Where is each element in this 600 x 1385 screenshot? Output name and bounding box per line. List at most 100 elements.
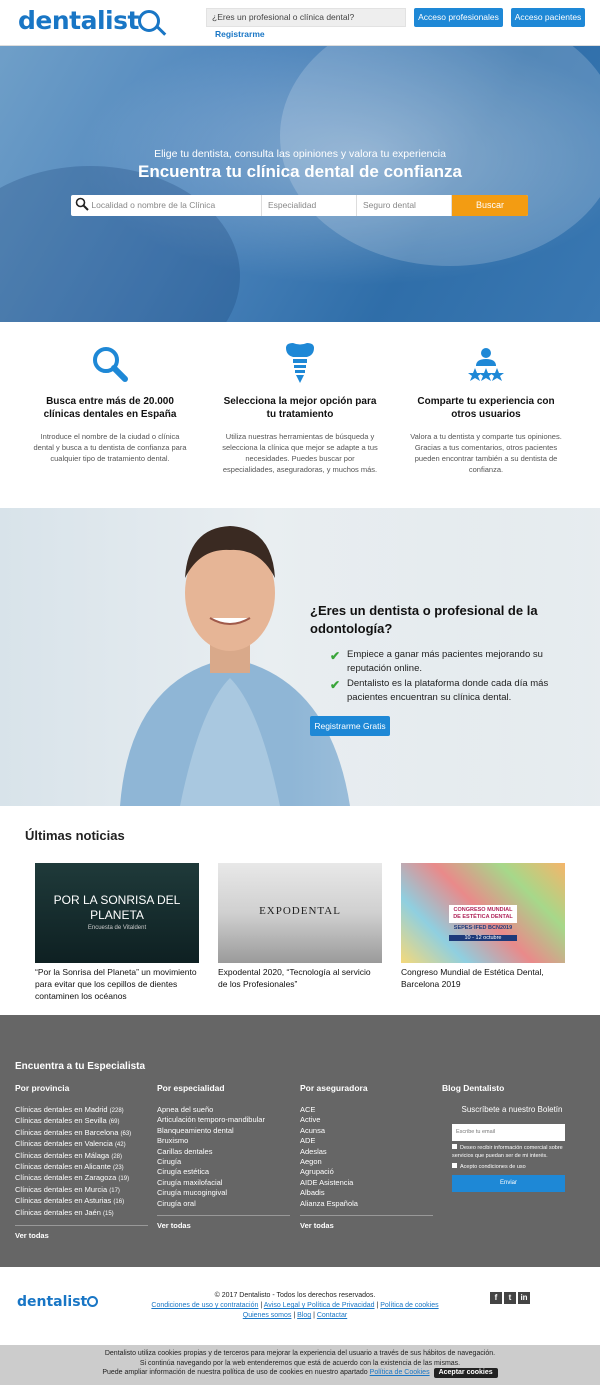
footer-link[interactable]: Articulación temporo-mandibular — [157, 1115, 292, 1125]
magnifier-icon — [93, 347, 128, 382]
location-placeholder: Localidad o nombre de la Clínica — [91, 200, 216, 210]
footer-link[interactable]: Blanqueamiento dental — [157, 1126, 292, 1136]
footer-link[interactable]: Clínicas dentales en Jaén (15) — [15, 1208, 150, 1219]
footer-link[interactable]: Clínicas dentales en Asturias (16) — [15, 1196, 150, 1207]
footer-link[interactable]: Acunsa — [300, 1126, 435, 1136]
footer-link[interactable]: Adeslas — [300, 1147, 435, 1157]
footer-link[interactable]: AIDE Asistencia — [300, 1178, 435, 1188]
legal-link[interactable]: Aviso Legal y Política de Privacidad — [264, 1302, 375, 1309]
insurance-field[interactable]: Seguro dental — [357, 195, 452, 216]
send-button[interactable]: Enviar — [452, 1175, 565, 1192]
feature-text: Utiliza nuestras herramientas de búsqued… — [222, 432, 378, 474]
social-links: f t in — [490, 1292, 530, 1304]
patient-access-button[interactable]: Acceso pacientes — [511, 8, 585, 27]
footer-link[interactable]: Clínicas dentales en Sevilla (69) — [15, 1116, 150, 1127]
footer-link[interactable]: Apnea del sueño — [157, 1105, 292, 1115]
news-card[interactable]: POR LA SONRISA DEL PLANETA Encuesta de V… — [35, 863, 199, 1002]
footer-link[interactable]: Clínicas dentales en Barcelona (63) — [15, 1128, 150, 1139]
province-column: Por provincia Clínicas dentales en Madri… — [15, 1083, 150, 1240]
see-all-link[interactable]: Ver todas — [300, 1221, 435, 1230]
logo[interactable]: dentalist — [18, 6, 160, 35]
email-field[interactable]: Escribe tu email — [452, 1124, 565, 1141]
footer-link[interactable]: Clínicas dentales en Málaga (28) — [15, 1151, 150, 1162]
footer-link[interactable]: Alianza Española — [300, 1199, 435, 1209]
feature-title: Comparte tu experiencia con otros usuari… — [417, 396, 555, 420]
footer-link[interactable]: Agrupació — [300, 1167, 435, 1177]
footer-link[interactable]: Cirugía — [157, 1157, 292, 1167]
news-caption[interactable]: Expodental 2020, “Tecnología al servicio… — [218, 966, 382, 990]
hero-title: Encuentra tu clínica dental de confianza — [137, 162, 462, 181]
facebook-icon[interactable]: f — [490, 1292, 502, 1304]
footer-link[interactable]: Active — [300, 1115, 435, 1125]
search-bar: Localidad o nombre de la Clínica Especia… — [71, 195, 528, 216]
footer-link[interactable]: ACE — [300, 1105, 435, 1115]
cookies-policy-link[interactable]: Política de cookies — [380, 1302, 438, 1309]
column-heading: Por especialidad — [157, 1083, 225, 1093]
terms-link[interactable]: Condiciones de uso y contratación — [151, 1302, 258, 1309]
news-section: Últimas noticias POR LA SONRISA DEL PLAN… — [0, 806, 600, 1015]
hero-subtitle: Elige tu dentista, consulta las opinione… — [154, 148, 446, 160]
blog-link[interactable]: Blog — [297, 1312, 311, 1319]
column-heading: Por aseguradora — [300, 1083, 368, 1093]
register-free-button[interactable]: Registrarme Gratis — [310, 716, 390, 736]
features-section: Busca entre más de 20.000 clínicas denta… — [0, 322, 600, 508]
benefit-item: ✔ Dentalisto es la plataforma donde cada … — [330, 678, 549, 703]
location-field[interactable]: Localidad o nombre de la Clínica — [71, 195, 262, 216]
specialty-field[interactable]: Especialidad — [262, 195, 357, 216]
news-title: Últimas noticias — [25, 828, 125, 843]
footer-link[interactable]: Clínicas dentales en Valencia (42) — [15, 1139, 150, 1150]
footer-link[interactable]: Cirugía oral — [157, 1199, 292, 1209]
footer-link[interactable]: Bruxismo — [157, 1136, 292, 1146]
cookie-text: Dentalisto utiliza cookies propias y de … — [104, 1350, 496, 1357]
footer-link[interactable]: Carillas dentales — [157, 1147, 292, 1157]
footer-logo[interactable]: dentalist — [17, 1294, 99, 1310]
column-heading: Blog Dentalisto — [442, 1083, 505, 1093]
footer-link[interactable]: ADE — [300, 1136, 435, 1146]
linkedin-icon[interactable]: in — [518, 1292, 530, 1304]
checkbox[interactable] — [452, 1163, 457, 1168]
footer-link[interactable]: Cirugía maxilofacial — [157, 1178, 292, 1188]
insurer-list: ACE Active Acunsa ADE Adeslas Aegon Agrupació A… — [300, 1105, 435, 1209]
footer-link[interactable]: Clínicas dentales en Alicante (23) — [15, 1162, 150, 1173]
register-link[interactable]: Registrarme — [215, 29, 265, 39]
about-link[interactable]: Quienes somos — [243, 1312, 292, 1319]
cookie-policy-link[interactable]: Política de Cookies — [370, 1369, 430, 1376]
province-list: Clínicas dentales en Madrid (228) Clínica… — [15, 1105, 150, 1219]
feature-title: Selecciona la mejor opción para tu trata… — [223, 396, 377, 420]
contact-link[interactable]: Contactar — [317, 1312, 347, 1319]
copyright-text: © 2017 Dentalisto - Todos los derechos r… — [214, 1292, 376, 1299]
news-caption[interactable]: Congreso Mundial de Estética Dental, Bar… — [401, 966, 565, 990]
checkbox[interactable] — [452, 1144, 457, 1149]
accept-terms-option[interactable]: Acepto condiciones de uso — [452, 1163, 582, 1171]
pro-access-button[interactable]: Acceso profesionales — [414, 8, 503, 27]
footer-link[interactable]: Cirugía mucogingival — [157, 1188, 292, 1198]
news-card[interactable]: CONGRESO MUNDIAL DE ESTÉTICA DENTAL SEPE… — [401, 863, 565, 990]
footer-link[interactable]: Aegon — [300, 1157, 435, 1167]
tooth-magnifier-icon — [137, 10, 160, 32]
see-all-link[interactable]: Ver todas — [15, 1231, 150, 1240]
footer-link[interactable]: Cirugía estética — [157, 1167, 292, 1177]
footer-link[interactable]: Clínicas dentales en Murcia (17) — [15, 1185, 150, 1196]
hero: Elige tu dentista, consulta las opinione… — [0, 46, 600, 322]
footer-link[interactable]: Clínicas dentales en Madrid (228) — [15, 1105, 150, 1116]
news-caption[interactable]: “Por la Sonrisa del Planeta” un movimien… — [35, 966, 199, 1002]
copyright-block: © 2017 Dentalisto - Todos los derechos r… — [140, 1291, 450, 1321]
see-all-link[interactable]: Ver todas — [157, 1221, 292, 1230]
cookie-banner: Dentalisto utiliza cookies propias y de … — [0, 1345, 600, 1385]
search-button[interactable]: Buscar — [452, 195, 528, 216]
footer-link[interactable]: Albadis — [300, 1188, 435, 1198]
cookie-text: Si continúa navegando por la web entende… — [139, 1359, 461, 1367]
blog-column: Blog Dentalisto Suscríbete a nuestro Bol… — [442, 1083, 582, 1192]
news-card[interactable]: EXPODENTAL Expodental 2020, “Tecnología … — [218, 863, 382, 990]
column-heading: Por provincia — [15, 1083, 70, 1093]
news-image[interactable]: POR LA SONRISA DEL PLANETA Encuesta de V… — [35, 863, 199, 963]
footer-link[interactable]: Clínicas dentales en Zaragoza (19) — [15, 1173, 150, 1184]
accept-cookies-button[interactable]: Aceptar cookies — [433, 1368, 498, 1378]
pro-question-text: ¿Eres un profesional o clínica dental? — [212, 12, 355, 22]
feature-select: Selecciona la mejor opción para tu trata… — [220, 342, 380, 475]
news-image[interactable]: EXPODENTAL — [218, 863, 382, 963]
specialty-column: Por especialidad Apnea del sueño Articula… — [157, 1083, 292, 1230]
commercial-info-option[interactable]: Deseo recibir información comercial sobr… — [452, 1144, 582, 1160]
news-image[interactable]: CONGRESO MUNDIAL DE ESTÉTICA DENTAL SEPE… — [401, 863, 565, 963]
twitter-icon[interactable]: t — [504, 1292, 516, 1304]
